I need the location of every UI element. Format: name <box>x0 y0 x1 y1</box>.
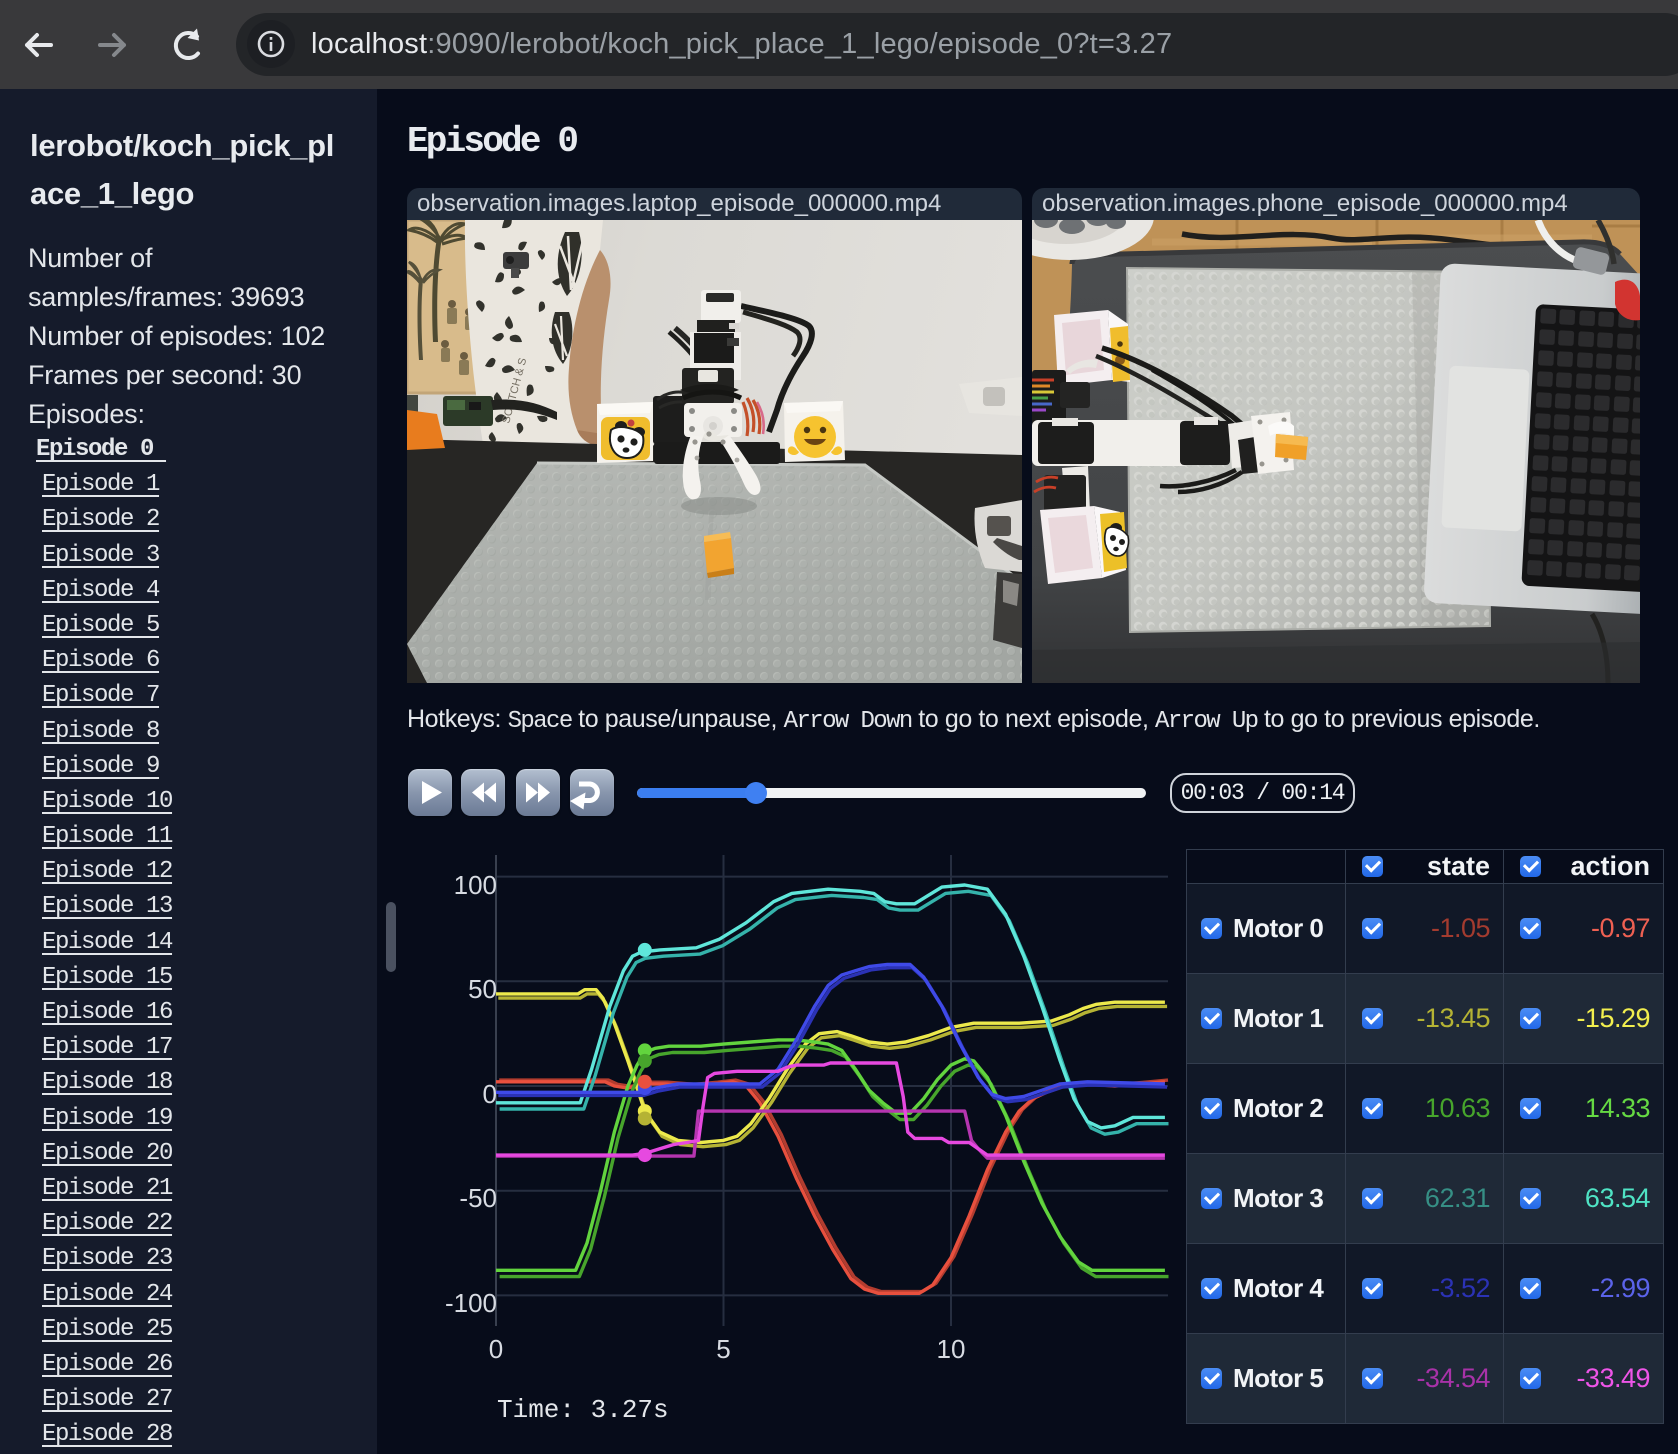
svg-text:5: 5 <box>716 1334 730 1364</box>
svg-text:0: 0 <box>483 1079 497 1109</box>
svg-text:Time: 3.27s: Time: 3.27s <box>497 1395 669 1425</box>
svg-text:10: 10 <box>937 1334 966 1364</box>
svg-text:-100: -100 <box>445 1288 497 1318</box>
svg-text:0: 0 <box>489 1334 503 1364</box>
svg-text:100: 100 <box>454 870 497 900</box>
svg-text:-50: -50 <box>459 1183 497 1213</box>
svg-text:50: 50 <box>468 974 497 1004</box>
